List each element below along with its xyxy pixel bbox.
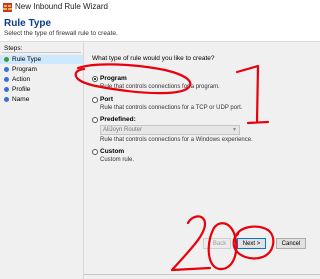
- wizard-header: Rule Type Select the type of firewall ru…: [0, 15, 320, 42]
- step-pending-icon: [4, 97, 9, 102]
- custom-option-description: Custom rule.: [100, 157, 135, 163]
- page-description: Select the type of firewall rule to crea…: [4, 30, 118, 37]
- step-label: Rule Type: [12, 56, 42, 63]
- steps-heading: Steps:: [4, 45, 23, 52]
- steps-divider: [2, 52, 81, 53]
- port-radio[interactable]: [92, 97, 98, 103]
- step-label: Program: [12, 66, 37, 73]
- page-title: Rule Type: [4, 18, 52, 29]
- step-pending-icon: [4, 67, 9, 72]
- custom-option-label[interactable]: Custom: [100, 148, 124, 155]
- chevron-down-icon: ▼: [232, 127, 237, 133]
- step-profile[interactable]: Profile: [0, 85, 83, 94]
- step-label: Profile: [12, 86, 31, 93]
- port-option-label[interactable]: Port: [100, 96, 113, 103]
- custom-radio[interactable]: [92, 149, 98, 155]
- footer-divider: [84, 274, 320, 275]
- predefined-option-description: Rule that controls connections for a Win…: [100, 137, 253, 143]
- step-action[interactable]: Action: [0, 75, 83, 84]
- step-complete-icon: [4, 57, 9, 62]
- predefined-rule-value: AllJoyn Router: [103, 127, 143, 133]
- step-rule-type[interactable]: Rule Type: [0, 55, 83, 64]
- step-name[interactable]: Name: [0, 95, 83, 104]
- step-program[interactable]: Program: [0, 65, 83, 74]
- next-button[interactable]: Next >: [237, 238, 266, 249]
- step-label: Name: [12, 96, 30, 103]
- predefined-rule-select[interactable]: AllJoyn Router ▼: [100, 125, 240, 135]
- program-option-description: Rule that controls connections for a pro…: [100, 84, 220, 90]
- back-button[interactable]: < Back: [203, 238, 231, 249]
- step-pending-icon: [4, 77, 9, 82]
- step-pending-icon: [4, 87, 9, 92]
- program-radio[interactable]: [92, 76, 98, 82]
- cancel-button[interactable]: Cancel: [276, 238, 306, 249]
- title-bar: New Inbound Rule Wizard: [0, 0, 320, 15]
- window-title: New Inbound Rule Wizard: [15, 2, 108, 11]
- program-option-label[interactable]: Program: [100, 75, 127, 82]
- step-label: Action: [12, 76, 31, 83]
- port-option-description: Rule that controls connections for a TCP…: [100, 105, 243, 111]
- steps-sidebar: Steps: Rule Type Program Action Profile …: [0, 42, 84, 279]
- firewall-icon: [3, 3, 12, 12]
- predefined-option-label[interactable]: Predefined:: [100, 116, 136, 123]
- predefined-radio[interactable]: [92, 117, 98, 123]
- rule-type-question: What type of rule would you like to crea…: [92, 55, 215, 62]
